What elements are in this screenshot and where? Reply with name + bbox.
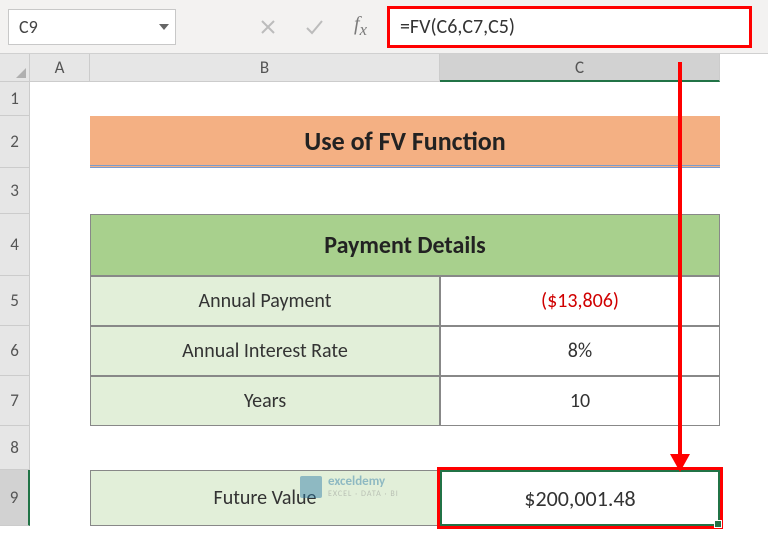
x-icon [258,17,278,37]
col-header-b[interactable]: B [90,54,440,82]
value-payment: ($13,806) [541,289,619,313]
fill-handle[interactable] [714,520,722,528]
label-cell-payment[interactable]: Annual Payment [90,276,440,326]
enter-formula-button[interactable] [294,9,334,45]
chevron-down-icon[interactable] [159,24,169,30]
row-headers: 1 2 3 4 5 6 7 8 9 [0,82,30,526]
formula-bar: C9 fx =FV(C6,C7,C5) [0,0,768,54]
row-header-1[interactable]: 1 [0,82,30,116]
value-rate: 8% [568,339,592,363]
table-header-cell[interactable]: Payment Details [90,214,720,276]
col-header-a[interactable]: A [30,54,90,82]
label-cell-years[interactable]: Years [90,376,440,426]
fx-icon[interactable]: fx [340,13,381,40]
name-box[interactable]: C9 [8,9,176,45]
row-header-8[interactable]: 8 [0,426,30,470]
name-box-value: C9 [19,16,38,38]
formula-input[interactable]: =FV(C6,C7,C5) [387,6,752,48]
row-header-6[interactable]: 6 [0,326,30,376]
annotation-arrow-head-icon [670,454,690,472]
formula-text: =FV(C6,C7,C5) [400,15,515,39]
select-all-corner[interactable] [0,54,30,82]
title-cell[interactable]: Use of FV Function [90,116,720,168]
value-cell-fv[interactable]: $200,001.48 [440,470,720,526]
label-cell-rate[interactable]: Annual Interest Rate [90,326,440,376]
column-headers: A B C [30,54,768,82]
label-payment: Annual Payment [199,289,332,313]
row-header-2[interactable]: 2 [0,116,30,168]
worksheet: 1 2 3 4 5 6 7 8 9 A B C Use of FV Functi… [0,54,768,534]
row-header-9[interactable]: 9 [0,470,30,526]
check-icon [304,17,324,37]
label-rate: Annual Interest Rate [182,339,348,363]
label-years: Years [244,389,286,413]
row-header-3[interactable]: 3 [0,168,30,214]
label-cell-fv[interactable]: Future Value [90,470,440,526]
annotation-arrow-line [678,62,682,460]
row-header-4[interactable]: 4 [0,214,30,276]
label-fv: Future Value [214,486,317,510]
title-text: Use of FV Function [304,125,505,157]
value-years: 10 [570,389,590,413]
value-fv: $200,001.48 [524,485,635,512]
table-header-text: Payment Details [324,231,485,260]
row-header-5[interactable]: 5 [0,276,30,326]
cancel-formula-button[interactable] [248,9,288,45]
row-header-7[interactable]: 7 [0,376,30,426]
